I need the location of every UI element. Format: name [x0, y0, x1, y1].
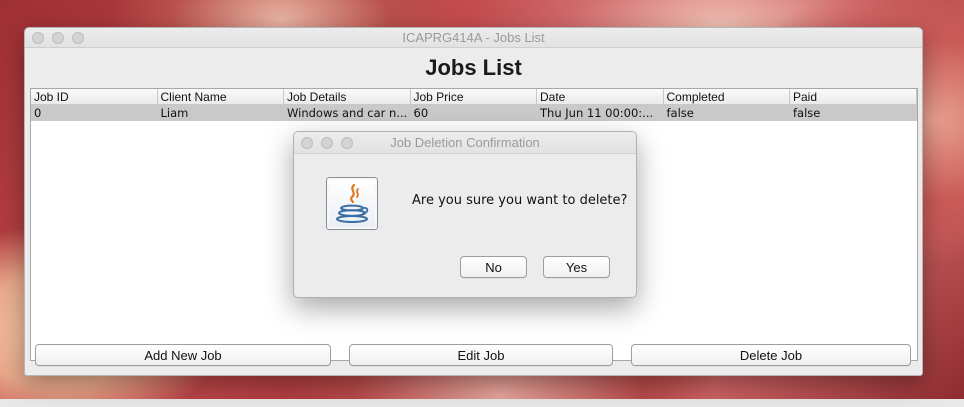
column-header-date[interactable]: Date [537, 89, 664, 104]
java-icon [326, 177, 378, 230]
column-header-job-id[interactable]: Job ID [31, 89, 158, 104]
window-titlebar[interactable]: ICAPRG414A - Jobs List [25, 28, 922, 48]
page-title: Jobs List [425, 55, 522, 80]
column-header-completed[interactable]: Completed [664, 89, 790, 104]
dialog-title: Job Deletion Confirmation [390, 135, 540, 150]
yes-button[interactable]: Yes [543, 256, 610, 278]
cell-job-price: 60 [413, 106, 429, 120]
column-header-job-details[interactable]: Job Details [284, 89, 411, 104]
desktop-bottom-strip [0, 399, 964, 407]
cell-job-id: 0 [34, 106, 42, 120]
cell-client-name: Liam [160, 106, 189, 120]
table-row[interactable]: 0 Liam Windows and car n... 60 Thu Jun 1… [31, 105, 917, 121]
delete-job-button[interactable]: Delete Job [631, 344, 911, 366]
cell-paid: false [793, 106, 821, 120]
confirmation-message: Are you sure you want to delete? [412, 193, 628, 208]
job-deletion-confirmation-dialog: Job Deletion Confirmation Are you sure y… [293, 131, 637, 298]
column-header-paid[interactable]: Paid [790, 89, 917, 104]
no-button[interactable]: No [460, 256, 527, 278]
cell-completed: false [666, 106, 694, 120]
window-title: ICAPRG414A - Jobs List [402, 30, 545, 45]
cell-job-details: Windows and car n... [287, 106, 408, 120]
table-header: Job ID Client Name Job Details Job Price… [31, 89, 917, 105]
column-header-client-name[interactable]: Client Name [158, 89, 284, 104]
dialog-titlebar[interactable]: Job Deletion Confirmation [294, 132, 636, 154]
add-new-job-button[interactable]: Add New Job [35, 344, 331, 366]
edit-job-button[interactable]: Edit Job [349, 344, 613, 366]
cell-date: Thu Jun 11 00:00:... [540, 106, 654, 120]
column-header-job-price[interactable]: Job Price [411, 89, 537, 104]
